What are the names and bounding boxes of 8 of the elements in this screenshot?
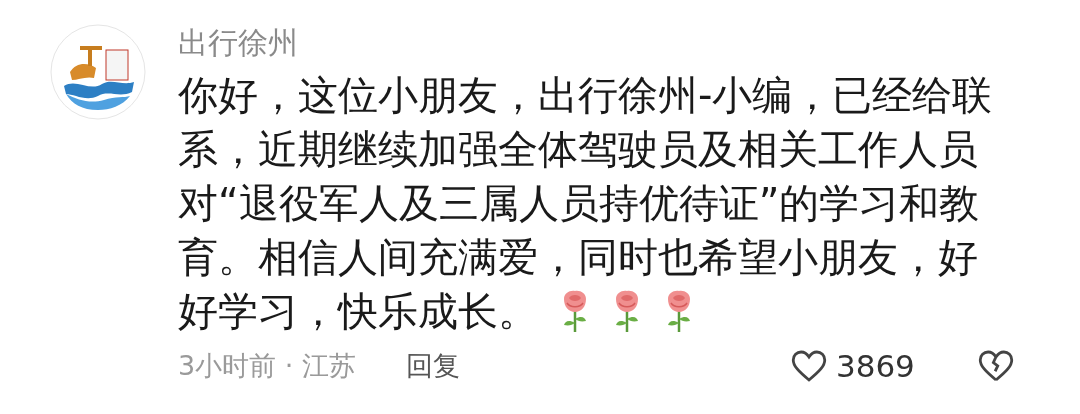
reply-button[interactable]: 回复: [405, 345, 460, 387]
comment-line: 对“退役军人及三属人员持优待证”的学习和教: [178, 179, 980, 228]
time-location: 3小时前 · 江苏: [178, 348, 356, 383]
comment-line: 系，近期继续加强全体驾驶员及相关工作人员: [178, 125, 978, 174]
comment-line: 育。相信人间充满爱，同时也希望小朋友，好: [178, 233, 978, 282]
comment-line: 你好，这位小朋友，出行徐州-小编，已经给联: [178, 71, 993, 120]
like-count: 3869: [835, 346, 915, 386]
comment-line: 好学习，快乐成长。: [178, 287, 538, 336]
